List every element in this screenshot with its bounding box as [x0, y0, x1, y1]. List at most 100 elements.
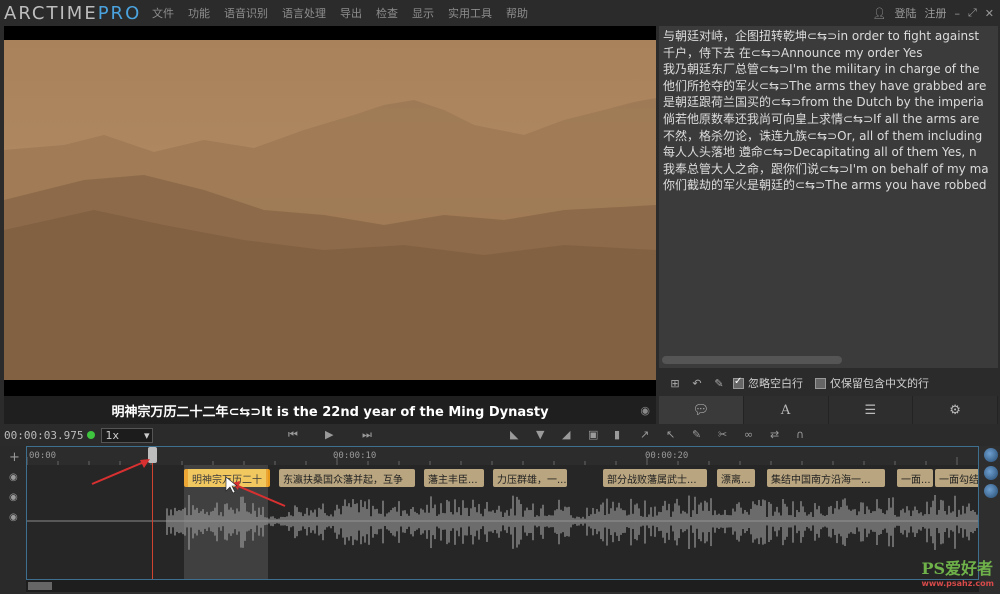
timeline-panel: + ◉ ◉ ◉ 00:00 00:00:10 00:00:20 明神宗万历二十 … — [0, 446, 1000, 594]
subtitle-preview-bar: 明神宗万历二十二年⊂⇆⊃It is the 22nd year of the M… — [4, 396, 656, 424]
insert-icon[interactable]: ⊞ — [667, 375, 683, 391]
text-line: 他们所抢夺的军火⊂⇆⊃The arms they have grabbed ar… — [663, 78, 987, 93]
eye-icon[interactable]: ◉ — [9, 512, 18, 523]
minimize-icon[interactable]: – — [954, 7, 960, 20]
playhead-handle[interactable] — [148, 447, 157, 463]
cursor-icon[interactable]: ↖ — [666, 428, 675, 441]
brush-icon[interactable]: ↗ — [640, 428, 649, 441]
ruler-label: 00:00:10 — [333, 451, 377, 461]
user-icon: 👤︎ — [872, 6, 887, 20]
text-panel-scrollbar[interactable] — [662, 356, 842, 364]
subtitle-block[interactable]: 藩主丰臣... — [424, 469, 484, 487]
keep-chinese-lines-label: 仅保留包含中文的行 — [830, 377, 929, 390]
watermark-main: PS爱好者 — [921, 559, 994, 578]
register-link[interactable]: 注册 — [924, 5, 946, 21]
text-line: 不然，格杀勿论，诛连九族⊂⇆⊃Or, all of them including — [663, 128, 983, 143]
subtitle-block[interactable]: 力压群雄，一... — [493, 469, 567, 487]
tab-list[interactable]: ☰ — [828, 396, 914, 424]
zoom-knob-icon[interactable] — [984, 466, 998, 480]
skip-blank-lines-label: 忽略空白行 — [748, 377, 803, 390]
magnet-icon[interactable]: ∩ — [796, 428, 804, 441]
timecode-display: 00:00:03.975 — [4, 428, 84, 442]
tab-settings[interactable]: ⚙ — [913, 396, 998, 424]
menu-export[interactable]: 导出 — [333, 5, 369, 21]
ruler-ticks — [27, 457, 958, 465]
text-line: 每人人头落地 遵命⊂⇆⊃Decapitating all of them Yes… — [663, 145, 977, 160]
timeline-track-area[interactable]: 00:00 00:00:10 00:00:20 明神宗万历二十 东瀛扶桑国众藩并… — [26, 446, 979, 580]
watermark-logo: PS爱好者 www.psahz.com — [921, 555, 994, 588]
subtitle-block[interactable]: 集结中国南方沿海一... — [767, 469, 885, 487]
ruler-label: 00:00:20 — [645, 451, 689, 461]
edit-icon[interactable]: ✎ — [711, 375, 727, 391]
list-icon: ☰ — [864, 402, 877, 418]
zoom-knob-icon[interactable] — [984, 484, 998, 498]
text-line: 是朝廷跟荷兰国买的⊂⇆⊃from the Dutch by the imperi… — [663, 95, 984, 110]
font-icon: A — [780, 402, 791, 418]
menu-check[interactable]: 检查 — [369, 5, 405, 21]
mark-out-icon[interactable]: ◢ — [562, 428, 570, 441]
menu-speech-recognition[interactable]: 语音识别 — [217, 5, 275, 21]
play-icon[interactable]: ▶︎ — [325, 428, 333, 441]
tab-subtitles[interactable]: 💬︎ — [659, 396, 744, 424]
video-frame-image — [4, 40, 656, 380]
pencil-icon[interactable]: ✎ — [692, 428, 701, 441]
add-track-icon[interactable]: + — [9, 450, 20, 465]
login-link[interactable]: 登陆 — [894, 5, 916, 21]
playback-speed-select[interactable]: 1x ▾ — [101, 427, 154, 443]
subtitle-block[interactable]: 一面... — [897, 469, 933, 487]
eye-icon[interactable]: ◉ — [9, 472, 18, 483]
time-ruler[interactable]: 00:00 00:00:10 00:00:20 — [27, 447, 978, 465]
app-logo: ARCTIMEPRO — [4, 2, 142, 24]
video-preview[interactable] — [4, 26, 656, 396]
menu-language-processing[interactable]: 语言处理 — [275, 5, 333, 21]
zoom-knob-icon[interactable] — [984, 448, 998, 462]
text-options-bar: ⊞ ↶ ✎ 忽略空白行 仅保留包含中文的行 — [659, 372, 998, 394]
track-controls: + ◉ ◉ ◉ — [0, 446, 26, 594]
menu-function[interactable]: 功能 — [181, 5, 217, 21]
right-panel-tabs: 💬︎ A ☰ ⚙ — [659, 396, 998, 424]
subtitle-preview-text: 明神宗万历二十二年⊂⇆⊃It is the 22nd year of the M… — [111, 404, 549, 420]
undo-icon[interactable]: ↶ — [689, 375, 705, 391]
script-text-panel[interactable]: 与朝廷对峙，企图扭转乾坤⊂⇆⊃in order to fight against… — [659, 26, 998, 368]
skip-blank-lines-checkbox[interactable]: 忽略空白行 — [733, 375, 803, 391]
bookmark-icon[interactable]: ▮ — [614, 428, 620, 441]
status-dot-icon — [87, 431, 96, 439]
timeline-scrollbar[interactable] — [26, 580, 979, 592]
menu-display[interactable]: 显示 — [405, 5, 441, 21]
menu-help[interactable]: 帮助 — [499, 5, 535, 21]
menu-file[interactable]: 文件 — [150, 5, 181, 21]
playhead-line[interactable] — [152, 457, 153, 579]
mark-down-icon[interactable]: ▼ — [536, 428, 544, 441]
text-line: 倘若他原数奉还我尚可向皇上求情⊂⇆⊃If all the arms are — [663, 111, 980, 126]
camera-icon[interactable]: ▣ — [588, 428, 598, 441]
close-icon[interactable]: ✕ — [985, 7, 994, 20]
text-line: 千户，侍下去 在⊂⇆⊃Announce my order Yes — [663, 45, 923, 60]
subtitle-block[interactable]: 部分战败藩属武士... — [603, 469, 707, 487]
eye-icon[interactable]: ◉ — [640, 404, 650, 417]
menu-tools[interactable]: 实用工具 — [441, 5, 499, 21]
maximize-icon[interactable]: ⤢ — [968, 6, 977, 20]
checkbox-checked-icon — [733, 376, 744, 389]
eye-icon[interactable]: ◉ — [9, 492, 18, 503]
tab-style[interactable]: A — [743, 396, 829, 424]
skip-forward-icon[interactable]: ⏭︎ — [362, 428, 372, 442]
scrollbar-thumb[interactable] — [28, 582, 52, 590]
audio-waveform[interactable] — [27, 495, 979, 579]
ruler-label: 00:00 — [29, 451, 57, 461]
subtitle-track: 明神宗万历二十 东瀛扶桑国众藩并起，互争 藩主丰臣... 力压群雄，一... 部… — [27, 469, 978, 489]
text-line: 我乃朝廷东厂总管⊂⇆⊃I'm the military in charge of… — [663, 62, 980, 77]
text-line: 你们截劫的军火是朝廷的⊂⇆⊃The arms you have robbed — [663, 178, 987, 193]
swap-icon[interactable]: ⇄ — [770, 428, 779, 441]
keep-chinese-lines-checkbox[interactable]: 仅保留包含中文的行 — [815, 375, 929, 391]
mark-in-icon[interactable]: ◣ — [510, 428, 518, 441]
subtitle-block[interactable]: 漂离... — [717, 469, 755, 487]
skip-back-icon[interactable]: ⏮︎ — [288, 428, 298, 442]
transport-bar: 00:00:03.975 1x ▾ ⏮︎ ▶︎ ⏭︎ ◣ ▼ ◢ ▣ ▮ ↗ ↖ … — [0, 424, 1000, 446]
scissors-icon[interactable]: ✂ — [718, 428, 727, 441]
subtitle-block[interactable]: 一面勾结 — [935, 469, 978, 487]
menu-bar: ARCTIMEPRO 文件 功能 语音识别 语言处理 导出 检查 显示 实用工具… — [0, 0, 1000, 26]
subtitle-block[interactable]: 东瀛扶桑国众藩并起，互争 — [279, 469, 415, 487]
gear-icon: ⚙ — [949, 402, 961, 418]
chevron-down-icon: ▾ — [143, 428, 150, 442]
link-icon[interactable]: ∞ — [744, 428, 753, 441]
